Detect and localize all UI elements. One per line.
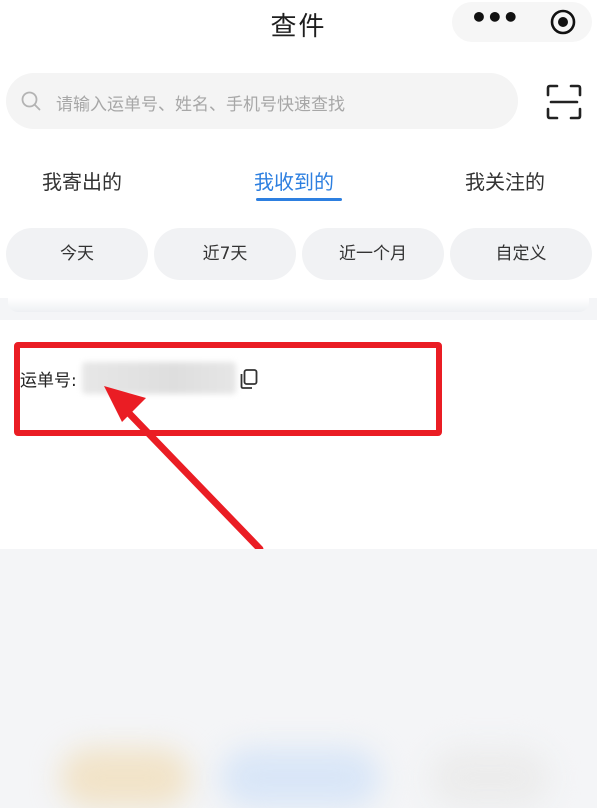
filter-one-month[interactable]: 近一个月: [302, 228, 444, 280]
search-input[interactable]: 请输入运单号、姓名、手机号快速查找: [6, 73, 518, 129]
section-divider: [0, 298, 597, 320]
search-placeholder: 请输入运单号、姓名、手机号快速查找: [56, 95, 345, 115]
more-dots-icon[interactable]: •••: [470, 4, 520, 37]
target-circle-icon[interactable]: [550, 9, 576, 35]
blurred-content: [430, 748, 550, 808]
blurred-content: [220, 748, 380, 808]
top-bar: 查件 •••: [0, 0, 597, 50]
active-tab-indicator: [256, 198, 342, 201]
tab-following[interactable]: 我关注的: [465, 166, 545, 195]
mini-program-capsule: •••: [452, 2, 592, 42]
filter-7-days[interactable]: 近7天: [154, 228, 296, 280]
filter-custom[interactable]: 自定义: [450, 228, 592, 280]
scan-icon[interactable]: [545, 83, 583, 121]
tab-received[interactable]: 我收到的: [254, 166, 334, 195]
filter-today[interactable]: 今天: [6, 228, 148, 280]
search-icon: [21, 91, 41, 111]
highlight-box: [14, 342, 442, 436]
tab-sent[interactable]: 我寄出的: [42, 166, 122, 195]
blurred-content: [60, 748, 190, 808]
